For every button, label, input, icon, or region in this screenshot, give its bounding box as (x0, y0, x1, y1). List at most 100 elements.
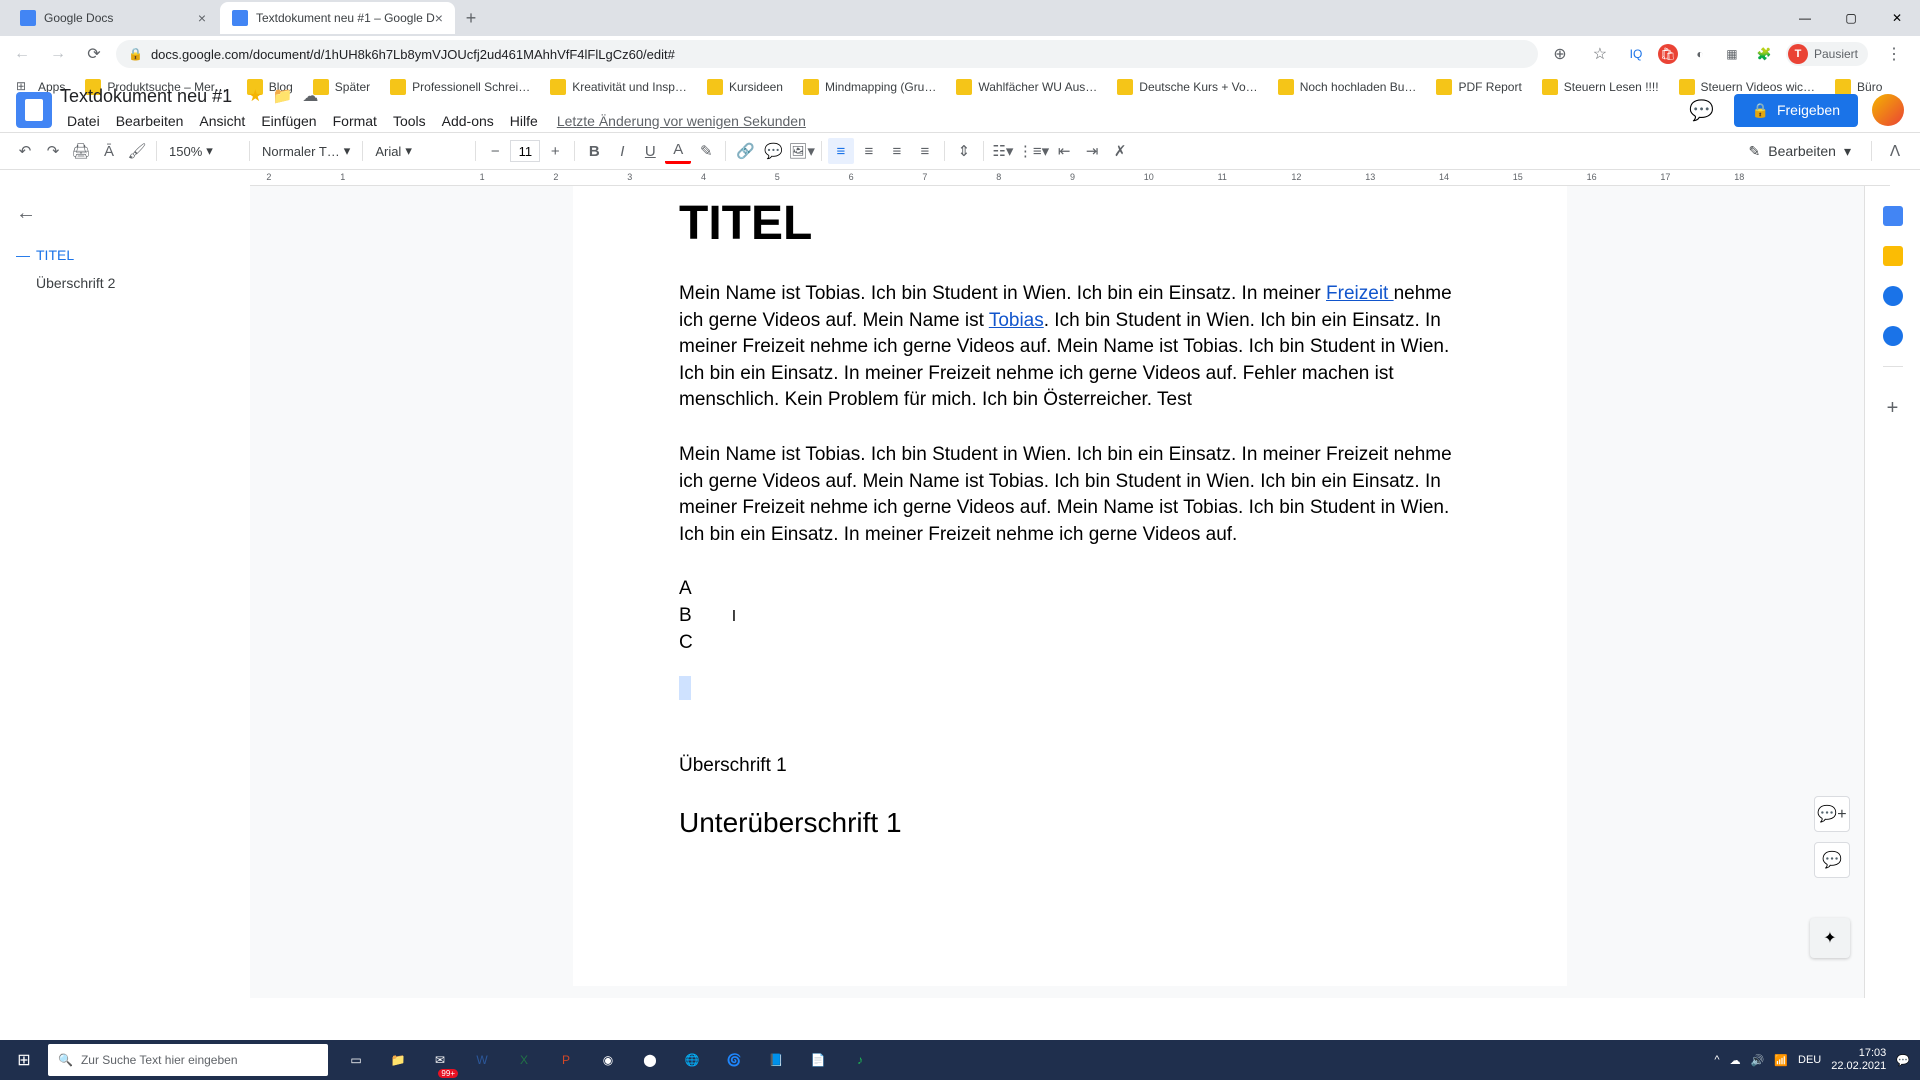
browser-tab[interactable]: Google Docs × (8, 2, 218, 34)
calendar-icon[interactable] (1883, 206, 1903, 226)
address-bar[interactable]: 🔒 docs.google.com/document/d/1hUH8k6h7Lb… (116, 40, 1538, 68)
increase-font-button[interactable]: + (542, 138, 568, 164)
mail-icon[interactable]: ✉99+ (420, 1040, 460, 1080)
increase-indent-button[interactable]: ⇥ (1079, 138, 1105, 164)
insert-image-button[interactable]: 🖼▾ (788, 138, 815, 164)
line-spacing-button[interactable]: ⇕ (951, 138, 977, 164)
document-canvas[interactable]: TITEL Mein Name ist Tobias. Ich bin Stud… (250, 186, 1920, 998)
paint-format-button[interactable]: 🖌 (124, 138, 150, 164)
word-icon[interactable]: W (462, 1040, 502, 1080)
document-title[interactable]: Textdokument neu #1 (60, 86, 232, 107)
decrease-indent-button[interactable]: ⇤ (1051, 138, 1077, 164)
move-icon[interactable]: 📁 (272, 86, 292, 106)
volume-icon[interactable]: 🔊 (1751, 1054, 1765, 1067)
menu-ansicht[interactable]: Ansicht (192, 109, 252, 133)
forward-button[interactable]: → (44, 40, 72, 68)
text-link[interactable]: Tobias (989, 310, 1044, 331)
paragraph[interactable]: Mein Name ist Tobias. Ich bin Student in… (679, 442, 1461, 548)
menu-addons[interactable]: Add-ons (435, 109, 501, 133)
bookmark-item[interactable]: Deutsche Kurs + Vo… (1109, 75, 1265, 99)
comments-button[interactable]: 💬 (1684, 92, 1720, 128)
outline-item[interactable]: TITEL (16, 241, 234, 269)
zoom-select[interactable]: 150%▾ (163, 143, 243, 159)
editing-mode-button[interactable]: ✎ Bearbeiten ▾ (1739, 139, 1861, 164)
docs-logo-icon[interactable] (16, 92, 52, 128)
list-item[interactable]: C (679, 630, 1461, 657)
app-icon[interactable]: 📘 (756, 1040, 796, 1080)
menu-datei[interactable]: Datei (60, 109, 107, 133)
menu-hilfe[interactable]: Hilfe (503, 109, 545, 133)
close-window-button[interactable]: ✕ (1874, 2, 1920, 34)
browser-tab-active[interactable]: Textdokument neu #1 – Google D × (220, 2, 455, 34)
language-indicator[interactable]: DEU (1798, 1054, 1821, 1066)
bookmark-item[interactable]: PDF Report (1428, 75, 1529, 99)
share-button[interactable]: 🔒 Freigeben (1734, 94, 1858, 127)
profile-chip[interactable]: T Pausiert (1786, 42, 1868, 66)
start-button[interactable]: ⊞ (0, 1040, 48, 1080)
extensions-menu-icon[interactable]: 🧩 (1754, 44, 1774, 64)
font-size-input[interactable]: 11 (510, 140, 540, 162)
align-justify-button[interactable]: ≡ (912, 138, 938, 164)
highlight-button[interactable]: ✎ (693, 138, 719, 164)
horizontal-ruler[interactable]: 2 1 1 2 3 4 5 6 7 8 9 10 11 12 13 14 15 … (250, 170, 1890, 186)
taskbar-search[interactable]: 🔍 Zur Suche Text hier eingeben (48, 1044, 328, 1076)
spellcheck-button[interactable]: Ā (96, 138, 122, 164)
subheading-text[interactable]: Unterüberschrift 1 (679, 807, 1461, 839)
clock[interactable]: 17:03 22.02.2021 (1831, 1047, 1886, 1073)
outline-item[interactable]: Überschrift 2 (16, 269, 234, 297)
insert-comment-button[interactable]: 💬 (760, 138, 786, 164)
explore-button[interactable]: ✦ (1810, 918, 1850, 958)
styles-select[interactable]: Normaler T…▾ (256, 143, 356, 159)
obs-icon[interactable]: ⬤ (630, 1040, 670, 1080)
align-center-button[interactable]: ≡ (856, 138, 882, 164)
add-suggestion-button[interactable]: 💬 (1814, 842, 1850, 878)
excel-icon[interactable]: X (504, 1040, 544, 1080)
new-tab-button[interactable]: + (457, 4, 485, 32)
app-icon[interactable]: 📄 (798, 1040, 838, 1080)
extension-icon[interactable]: ▦ (1722, 44, 1742, 64)
paragraph[interactable]: Mein Name ist Tobias. Ich bin Student in… (679, 281, 1461, 414)
bookmark-item[interactable]: Noch hochladen Bu… (1270, 75, 1425, 99)
insert-link-button[interactable]: 🔗 (732, 138, 758, 164)
outline-back-button[interactable]: ← (16, 202, 234, 225)
star-icon[interactable]: ★ (248, 86, 262, 106)
edge-icon[interactable]: 🌀 (714, 1040, 754, 1080)
numbered-list-button[interactable]: ☷▾ (990, 138, 1016, 164)
tasks-icon[interactable] (1883, 286, 1903, 306)
menu-einfuegen[interactable]: Einfügen (254, 109, 323, 133)
zoom-icon[interactable]: ⊕ (1546, 40, 1574, 68)
reload-button[interactable]: ⟳ (80, 40, 108, 68)
onedrive-icon[interactable]: ☁ (1730, 1054, 1741, 1067)
star-icon[interactable]: ☆ (1586, 40, 1614, 68)
last-edit-text[interactable]: Letzte Änderung vor wenigen Sekunden (557, 113, 806, 129)
list-item[interactable]: BI (679, 603, 1461, 630)
menu-format[interactable]: Format (326, 109, 384, 133)
undo-button[interactable]: ↶ (12, 138, 38, 164)
bookmark-item[interactable]: Wahlfächer WU Aus… (948, 75, 1105, 99)
font-select[interactable]: Arial▾ (369, 143, 469, 159)
cloud-icon[interactable]: ☁ (302, 86, 318, 106)
task-view-icon[interactable]: ▭ (336, 1040, 376, 1080)
extension-icon[interactable]: IQ (1626, 44, 1646, 64)
bookmark-item[interactable]: Mindmapping (Gru… (795, 75, 944, 99)
underline-button[interactable]: U (637, 138, 663, 164)
maximize-button[interactable]: ▢ (1828, 2, 1874, 34)
notifications-icon[interactable]: 💬 (1896, 1054, 1910, 1067)
decrease-font-button[interactable]: − (482, 138, 508, 164)
contacts-icon[interactable] (1883, 326, 1903, 346)
list-item[interactable]: A (679, 576, 1461, 603)
spotify-icon[interactable]: ♪ (840, 1040, 880, 1080)
close-tab-icon[interactable]: × (435, 10, 443, 26)
app-icon[interactable]: ◉ (588, 1040, 628, 1080)
bold-button[interactable]: B (581, 138, 607, 164)
bulleted-list-button[interactable]: ⋮≡▾ (1018, 138, 1049, 164)
wifi-icon[interactable]: 📶 (1774, 1054, 1788, 1067)
document-page[interactable]: TITEL Mein Name ist Tobias. Ich bin Stud… (573, 186, 1567, 986)
add-addon-button[interactable]: + (1887, 397, 1899, 420)
account-avatar[interactable] (1872, 94, 1904, 126)
collapse-toolbar-button[interactable]: ᐱ (1882, 138, 1908, 164)
bookmark-item[interactable]: Steuern Lesen !!!! (1534, 75, 1667, 99)
extension-icon[interactable]: ◐ (1690, 44, 1710, 64)
tray-chevron-icon[interactable]: ^ (1714, 1054, 1719, 1066)
document-heading-title[interactable]: TITEL (679, 186, 1461, 281)
